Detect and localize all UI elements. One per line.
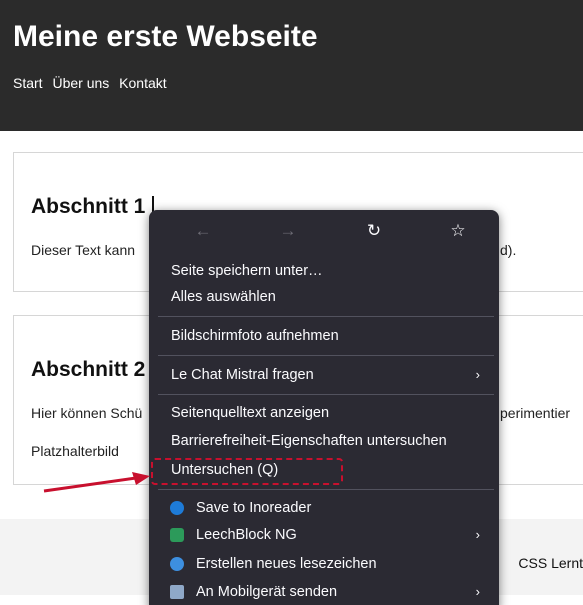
nav-link-start[interactable]: Start [13, 75, 43, 91]
chevron-right-icon: › [475, 367, 480, 382]
menu-item-send-to-device[interactable]: An Mobilgerät senden › [158, 579, 494, 605]
menu-item-label: Bildschirmfoto aufnehmen [171, 328, 339, 344]
menu-item-view-page-source[interactable]: Seitenquelltext anzeigen [158, 400, 494, 426]
back-icon[interactable]: ← [188, 219, 218, 243]
site-nav: Start Über uns Kontakt [13, 75, 173, 91]
menu-separator [158, 355, 494, 356]
menu-separator [158, 394, 494, 395]
menu-item-label: Le Chat Mistral fragen [171, 367, 314, 383]
nav-link-ueber-uns[interactable]: Über uns [52, 75, 109, 91]
leechblock-icon [170, 528, 184, 542]
menu-item-label: Erstellen neues lesezeichen [196, 556, 377, 572]
inoreader-icon [170, 501, 184, 515]
menu-separator [158, 489, 494, 490]
menu-item-save-page-as[interactable]: Seite speichern unter… [158, 258, 494, 284]
chevron-right-icon: › [475, 527, 480, 542]
menu-item-label: LeechBlock NG [196, 527, 297, 543]
menu-item-create-bookmark[interactable]: Erstellen neues lesezeichen [158, 551, 494, 577]
bookmark-cloud-icon [170, 557, 184, 571]
menu-item-label: Barrierefreiheit-Eigenschaften untersuch… [171, 433, 447, 449]
section-1-text: Dieser Text kann [31, 242, 136, 258]
section-2-heading: Abschnitt 2 [31, 358, 146, 381]
site-header: Meine erste Webseite Start Über uns Kont… [0, 0, 583, 131]
forward-icon[interactable]: → [273, 219, 303, 243]
placeholder-image-label: Platzhalterbild [31, 443, 119, 459]
bookmark-star-icon[interactable]: ☆ [443, 219, 473, 243]
menu-separator [158, 316, 494, 317]
annotation-highlight-box [151, 458, 343, 485]
section-1-text-end: d). [500, 242, 517, 258]
send-to-device-icon [170, 585, 184, 599]
menu-item-select-all[interactable]: Alles auswählen [158, 284, 494, 310]
nav-link-kontakt[interactable]: Kontakt [119, 75, 166, 91]
menu-item-label: Alles auswählen [171, 289, 276, 305]
section-2-text-end: perimentier [500, 405, 571, 421]
reload-icon[interactable]: ↻ [359, 219, 389, 243]
menu-item-label: An Mobilgerät senden [196, 584, 338, 600]
footer-text: CSS Lernt [518, 555, 583, 571]
section-2-text: Hier können Schü [31, 405, 143, 421]
menu-item-take-screenshot[interactable]: Bildschirmfoto aufnehmen [158, 323, 494, 349]
menu-item-save-to-inoreader[interactable]: Save to Inoreader [158, 495, 494, 521]
menu-item-ask-le-chat-mistral[interactable]: Le Chat Mistral fragen › [158, 362, 494, 388]
chevron-right-icon: › [475, 584, 480, 599]
menu-item-label: Save to Inoreader [196, 500, 312, 516]
menu-item-inspect-accessibility[interactable]: Barrierefreiheit-Eigenschaften untersuch… [158, 428, 494, 454]
menu-item-label: Seite speichern unter… [171, 263, 323, 279]
page-title: Meine erste Webseite [13, 20, 318, 53]
context-menu: ← → ↻ ☆ Seite speichern unter… Alles aus… [149, 210, 499, 605]
context-menu-nav-row: ← → ↻ ☆ [149, 210, 499, 252]
menu-item-leechblock[interactable]: LeechBlock NG › [158, 522, 494, 548]
menu-item-label: Seitenquelltext anzeigen [171, 405, 330, 421]
annotation-arrow-icon [43, 472, 150, 493]
section-1-heading: Abschnitt 1 [31, 195, 146, 218]
